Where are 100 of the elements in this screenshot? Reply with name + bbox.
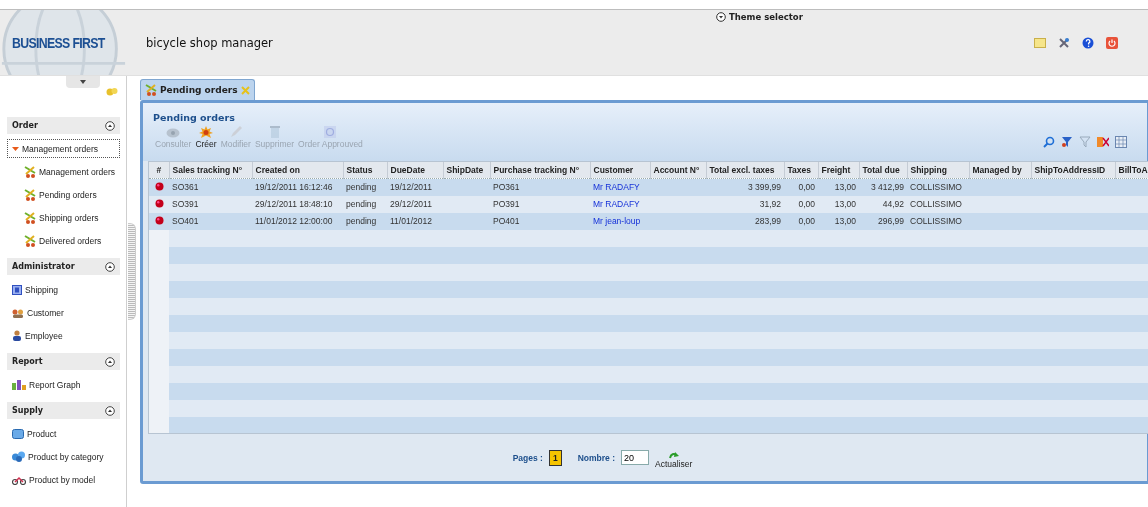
- sidebar-item[interactable]: Management orders: [7, 139, 120, 158]
- approve-icon: [324, 126, 337, 138]
- table-cell: 29/12/2011 18:48:10: [255, 199, 333, 209]
- box-icon: [12, 428, 24, 439]
- pages-label: Pages :: [512, 452, 543, 463]
- toolbar-button[interactable]: Créer: [193, 126, 219, 149]
- table-cell: 0,00: [798, 199, 815, 209]
- column-header[interactable]: Account N°: [650, 162, 706, 179]
- column-header[interactable]: Managed by: [969, 162, 1031, 179]
- bicycle-order-icon: [145, 84, 157, 96]
- theme-selector[interactable]: Theme selector: [716, 12, 803, 22]
- tab[interactable]: Pending orders: [140, 79, 255, 100]
- people-icon: [12, 307, 24, 318]
- caret-icon: [80, 80, 86, 84]
- group-header[interactable]: Administrator: [7, 258, 120, 275]
- star-icon: [199, 126, 213, 138]
- bicycle-order-icon: [24, 188, 36, 201]
- column-header[interactable]: Freight: [818, 162, 859, 179]
- bicycle-order-icon: [24, 234, 36, 247]
- sidebar-item[interactable]: Customer: [7, 303, 120, 322]
- help-icon[interactable]: [1082, 37, 1094, 49]
- column-header[interactable]: Total due: [859, 162, 907, 179]
- column-header[interactable]: Shipping: [907, 162, 969, 179]
- collapse-icon[interactable]: [105, 356, 115, 367]
- sidebar-item[interactable]: Product by model: [7, 470, 120, 489]
- app-title: bicycle shop manager: [146, 35, 273, 50]
- group-title: Supply: [12, 406, 43, 415]
- table-cell: 11/01/2012 12:00:00: [255, 216, 333, 226]
- table-cell: PO391: [493, 199, 520, 209]
- filter-icon[interactable]: [1061, 136, 1073, 148]
- refresh-button[interactable]: Actualiser: [655, 452, 693, 469]
- tools-icon[interactable]: [1058, 37, 1070, 49]
- count-field[interactable]: 20: [621, 450, 649, 465]
- sidebar-item[interactable]: Pending orders: [7, 185, 126, 204]
- logo-text: BUSINESS FIRST: [12, 34, 105, 51]
- splitter-handle[interactable]: [128, 223, 136, 320]
- sidebar-item[interactable]: Product by category: [7, 447, 120, 466]
- sidebar-item[interactable]: Employee: [7, 326, 120, 345]
- group-header[interactable]: Supply: [7, 402, 120, 419]
- group-header[interactable]: Order: [7, 117, 120, 134]
- table-cell: 31,92: [759, 199, 781, 209]
- column-header[interactable]: BillToA: [1115, 162, 1148, 179]
- cubes-icon: [12, 451, 25, 462]
- shipping-icon: [12, 284, 22, 295]
- column-header[interactable]: Created on: [252, 162, 343, 179]
- column-header[interactable]: ShipToAddressID: [1031, 162, 1115, 179]
- sidebar-item[interactable]: Report Graph: [7, 375, 120, 394]
- column-header[interactable]: DueDate: [387, 162, 443, 179]
- person-icon: [12, 330, 22, 341]
- table-cell: 3 412,99: [870, 182, 904, 192]
- bicycle-icon: [12, 474, 26, 485]
- table-cell: 19/12/2011: [390, 182, 432, 192]
- collapse-icon[interactable]: [105, 120, 115, 131]
- table-cell: SO391: [172, 199, 199, 209]
- status-icon: [154, 181, 164, 191]
- table-cell: pending: [346, 182, 377, 192]
- sidebar-item[interactable]: Management orders: [7, 162, 126, 181]
- collapse-icon[interactable]: [105, 261, 115, 272]
- table-cell: 283,99: [755, 216, 781, 226]
- sidebar-item[interactable]: Shipping: [7, 280, 120, 299]
- bar-chart-icon: [12, 379, 26, 390]
- group-title: Report: [12, 357, 43, 366]
- dropdown-icon: [716, 12, 726, 22]
- column-header[interactable]: Total excl. taxes: [706, 162, 784, 179]
- group-header[interactable]: Report: [7, 353, 120, 370]
- table-cell: COLLISSIMO: [910, 216, 962, 226]
- table-cell: COLLISSIMO: [910, 199, 962, 209]
- column-header[interactable]: Sales tracking N°: [169, 162, 252, 179]
- search-icon[interactable]: [1043, 136, 1055, 148]
- bicycle-order-icon: [24, 165, 36, 178]
- group-title: Order: [12, 121, 38, 130]
- bicycle-order-icon: [24, 211, 36, 224]
- table-cell: 11/01/2012: [390, 216, 432, 226]
- panel-title: Pending orders: [153, 112, 236, 123]
- trash-icon: [269, 126, 280, 138]
- grid-icon[interactable]: [1115, 136, 1127, 148]
- table-cell: pending: [346, 199, 377, 209]
- column-header[interactable]: Status: [343, 162, 387, 179]
- table-cell: 13,00: [834, 199, 856, 209]
- page-number[interactable]: 1: [548, 449, 562, 466]
- sidebar-item[interactable]: Shipping orders: [7, 208, 126, 227]
- sidebar-item[interactable]: Delivered orders: [7, 231, 126, 250]
- group-title: Administrator: [12, 262, 75, 271]
- column-header[interactable]: Customer: [590, 162, 650, 179]
- count-label: Nombre :: [577, 452, 615, 463]
- power-icon[interactable]: [1106, 37, 1118, 49]
- table-cell: SO361: [172, 182, 199, 192]
- collapse-icon[interactable]: [105, 405, 115, 416]
- sidebar-item[interactable]: Product: [7, 424, 120, 443]
- collapse-tab[interactable]: [66, 76, 100, 88]
- column-header[interactable]: Taxes: [784, 162, 818, 179]
- table-cell: 296,99: [878, 216, 904, 226]
- column-header[interactable]: Purchase tracking N°: [490, 162, 590, 179]
- table-cell: 13,00: [834, 182, 856, 192]
- table-cell: 0,00: [798, 182, 815, 192]
- table-cell: 13,00: [834, 216, 856, 226]
- column-header[interactable]: ShipDate: [443, 162, 490, 179]
- column-header[interactable]: #: [149, 162, 169, 179]
- table-cell: PO401: [493, 216, 520, 226]
- status-icon: [154, 198, 164, 208]
